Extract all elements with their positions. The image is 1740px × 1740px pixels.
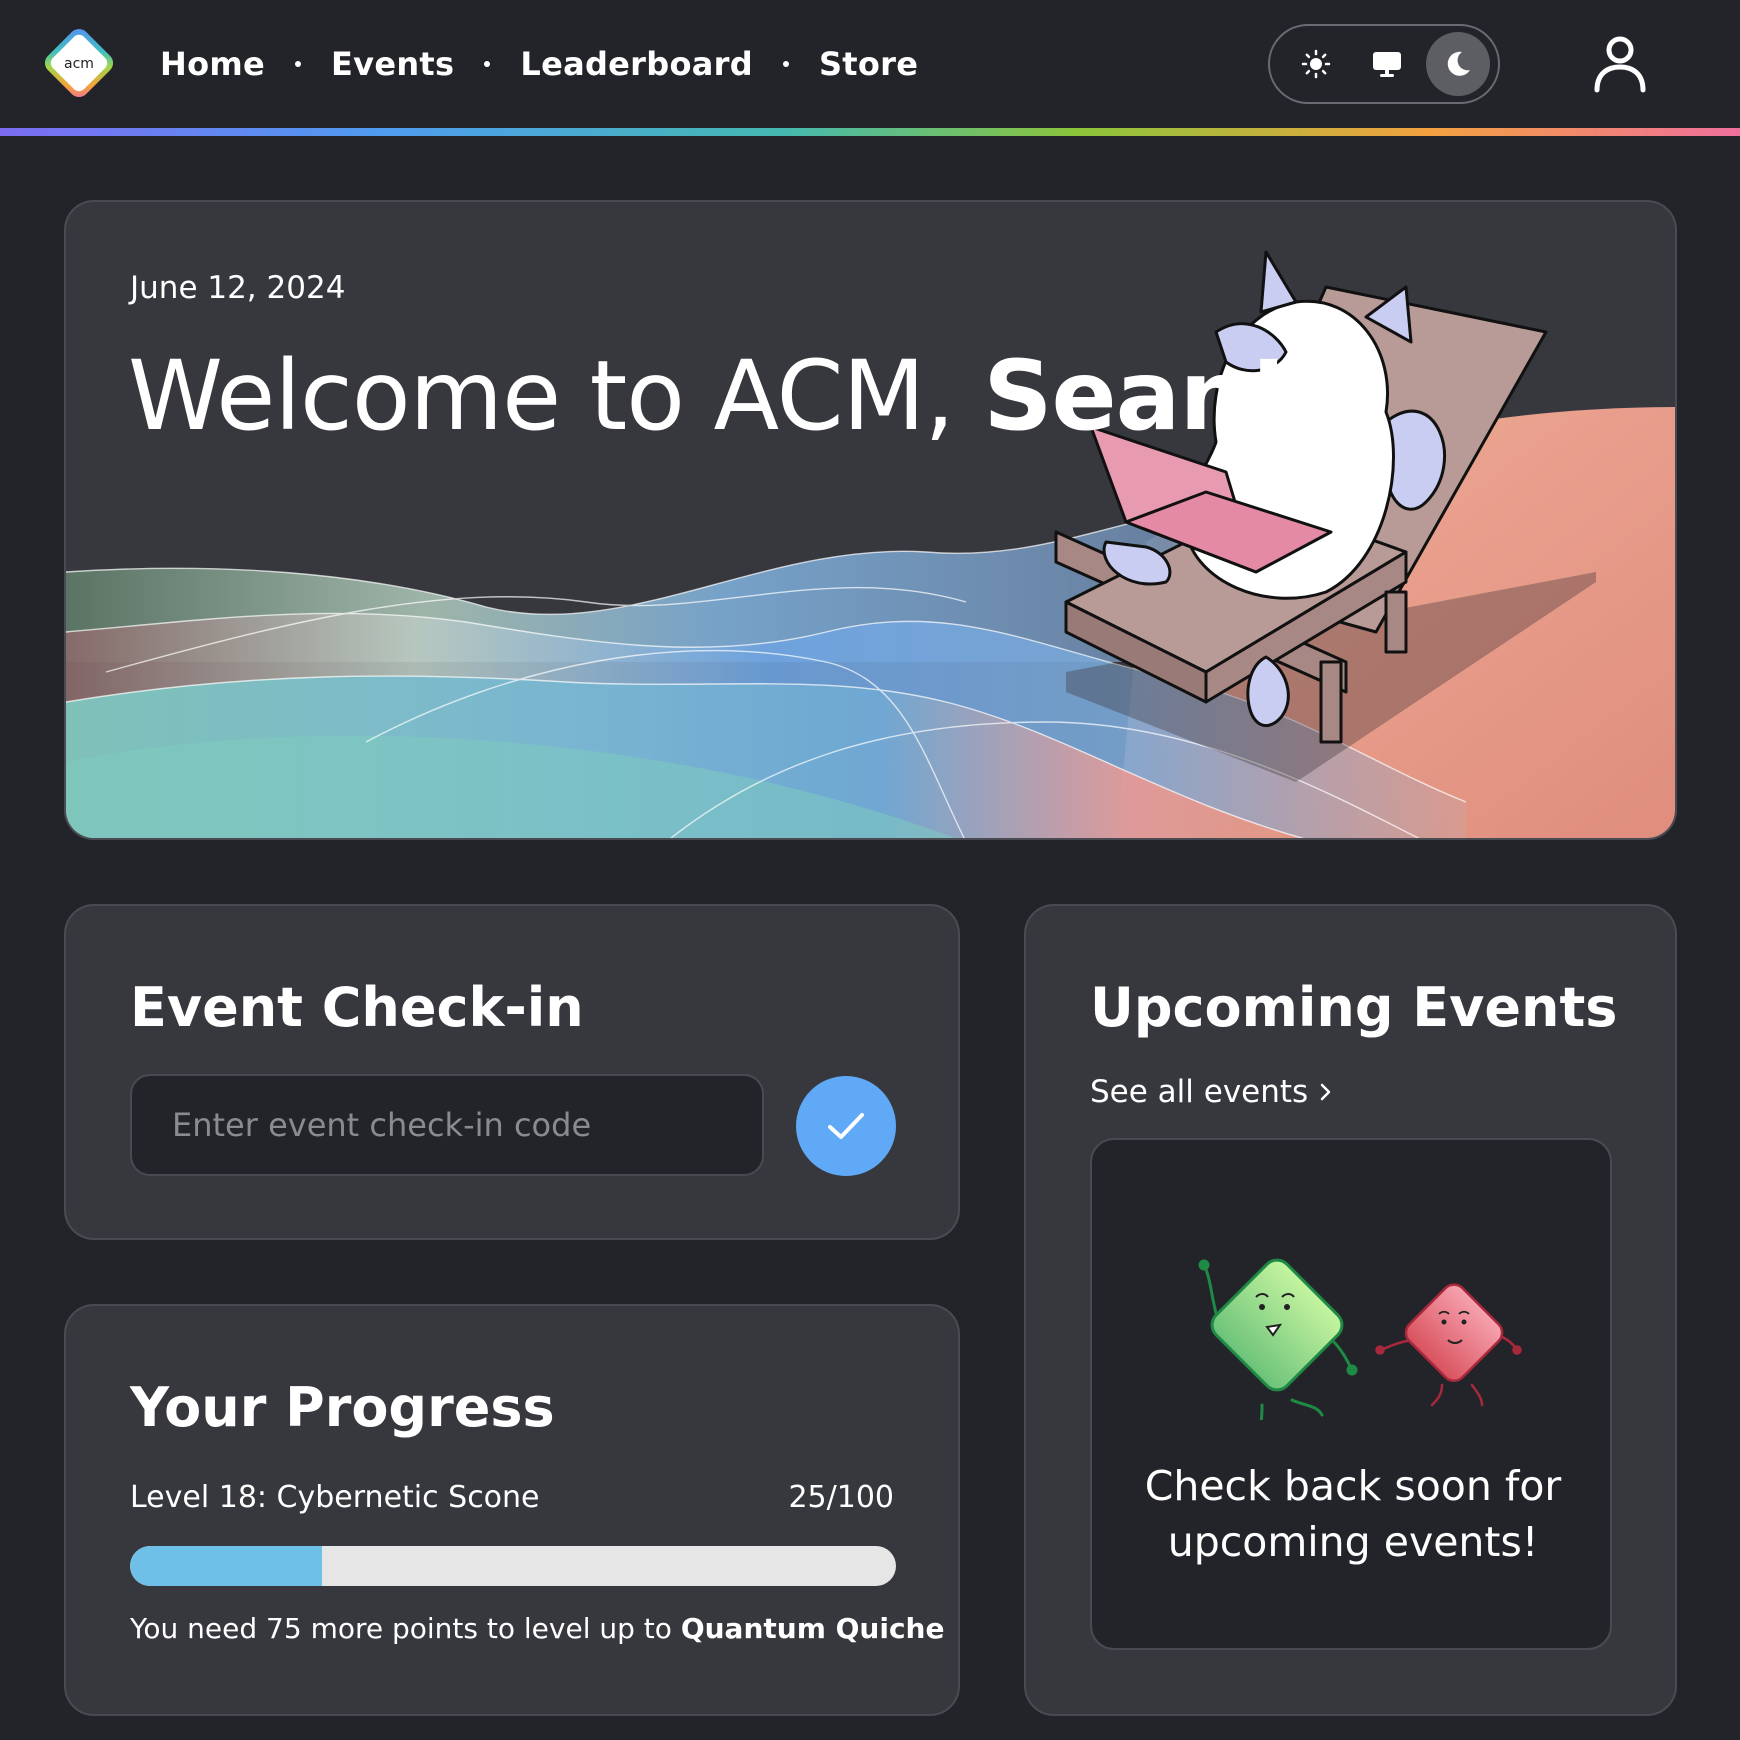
- upcoming-events-card: Upcoming Events See all events Check bac…: [1024, 904, 1677, 1716]
- nav-leaderboard-link[interactable]: Leaderboard: [520, 45, 753, 83]
- nav-events-link[interactable]: Events: [331, 45, 454, 83]
- top-nav: acm Home Events Leaderboard Store: [0, 0, 1740, 130]
- current-date: June 12, 2024: [130, 270, 346, 306]
- svg-text:acm: acm: [64, 56, 94, 72]
- no-events-placeholder: Check back soon for upcoming events!: [1090, 1138, 1612, 1650]
- level-label: Level 18: Cybernetic Scone: [130, 1480, 540, 1515]
- nav-separator: [295, 61, 302, 67]
- diamond-mascots-illustration: [1198, 1258, 1522, 1420]
- event-checkin-card: Event Check-in: [64, 904, 960, 1240]
- user-icon: [1594, 36, 1646, 93]
- dark-theme-button[interactable]: [1426, 32, 1490, 96]
- no-events-message: Check back soon for upcoming events!: [1144, 1462, 1562, 1566]
- progress-bar: [130, 1546, 896, 1586]
- sun-icon: [1301, 49, 1331, 79]
- level-up-note-text: You need 75 more points to level up to: [130, 1612, 681, 1645]
- system-theme-button[interactable]: [1355, 32, 1419, 96]
- upcoming-title: Upcoming Events: [1090, 976, 1618, 1039]
- nav-links: Home Events Leaderboard Store: [160, 42, 918, 86]
- checkin-title: Event Check-in: [130, 976, 584, 1039]
- progress-title: Your Progress: [130, 1376, 555, 1439]
- nav-store-link[interactable]: Store: [819, 45, 918, 83]
- moon-icon: [1447, 51, 1470, 76]
- chevron-right-icon: [1320, 1083, 1331, 1101]
- welcome-banner: June 12, 2024 Welcome to ACM, Sean!: [64, 200, 1677, 840]
- check-icon: [828, 1113, 864, 1139]
- nav-separator: [782, 61, 789, 67]
- points-count: 25/100: [788, 1480, 894, 1515]
- level-up-note: You need 75 more points to level up to Q…: [130, 1612, 944, 1645]
- progress-bar-fill: [130, 1546, 322, 1586]
- theme-toggle: [1268, 24, 1500, 104]
- see-all-label: See all events: [1090, 1074, 1309, 1110]
- checkin-submit-button[interactable]: [796, 1076, 896, 1176]
- checkin-code-input[interactable]: [130, 1074, 764, 1176]
- acm-logo[interactable]: acm: [38, 22, 120, 104]
- next-level-name: Quantum Quiche: [680, 1612, 945, 1645]
- nav-home-link[interactable]: Home: [160, 45, 265, 83]
- welcome-prefix: Welcome to ACM,: [128, 340, 984, 452]
- welcome-heading: Welcome to ACM, Sean!: [128, 340, 1291, 452]
- progress-card: Your Progress Level 18: Cybernetic Scone…: [64, 1304, 960, 1716]
- see-all-events-link[interactable]: See all events: [1090, 1074, 1332, 1110]
- light-theme-button[interactable]: [1284, 32, 1348, 96]
- monitor-icon: [1373, 52, 1401, 77]
- user-name: Sean!: [983, 340, 1290, 452]
- user-profile-button[interactable]: [1592, 34, 1648, 94]
- nav-separator: [484, 61, 491, 67]
- nav-gradient-bar: [0, 128, 1740, 136]
